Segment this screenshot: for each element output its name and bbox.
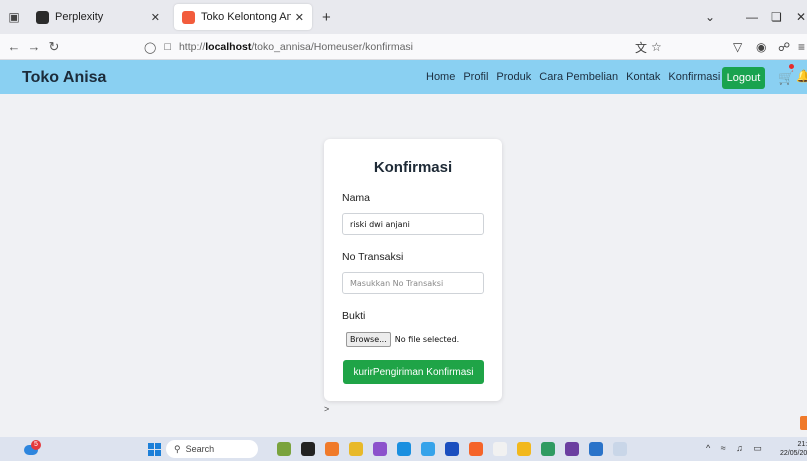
- windows-start-icon[interactable]: [148, 443, 161, 456]
- new-tab-icon[interactable]: +: [322, 9, 331, 26]
- app-icon[interactable]: [541, 442, 555, 456]
- tab-title: Perplexity: [55, 11, 104, 23]
- taskbar: 5 ⚲ Search ^ ≈ ♫ ▭ 21:24 22/05/2025: [0, 437, 807, 461]
- app-icon[interactable]: [589, 442, 603, 456]
- main-menu: Home Profil Produk Cara Pembelian Kontak…: [426, 71, 728, 83]
- extensions-icon[interactable]: ☍: [778, 37, 790, 57]
- maximize-icon[interactable]: ❏: [771, 0, 782, 34]
- bukti-label: Bukti: [342, 310, 366, 322]
- nama-label: Nama: [342, 192, 371, 204]
- close-window-icon[interactable]: ✕: [796, 0, 806, 34]
- edge-icon[interactable]: [397, 442, 411, 456]
- konfirmasi-card: Konfirmasi Nama riski dwi anjani No Tran…: [324, 139, 502, 401]
- tab-strip: ▣ Perplexity ✕ Toko Kelontong Annisa ✕ +…: [0, 0, 807, 34]
- tab-toko-kelontong[interactable]: Toko Kelontong Annisa ✕: [174, 4, 312, 30]
- pocket-icon[interactable]: ▽: [733, 37, 742, 57]
- taskbar-apps: [272, 440, 632, 456]
- bukti-file-input: Browse... No file selected.: [346, 332, 459, 347]
- app-icon[interactable]: [565, 442, 579, 456]
- menu-icon[interactable]: ≡: [798, 37, 805, 57]
- amazon-icon[interactable]: [493, 442, 507, 456]
- close-tab-icon[interactable]: ✕: [151, 11, 160, 24]
- app-icon[interactable]: [301, 442, 315, 456]
- weather-badge: 5: [31, 440, 41, 450]
- site-header: Toko Anisa Home Profil Produk Cara Pembe…: [0, 60, 807, 94]
- site-brand[interactable]: Toko Anisa: [22, 69, 106, 87]
- logout-button[interactable]: Logout: [722, 67, 765, 89]
- menu-profil[interactable]: Profil: [463, 71, 488, 83]
- weather-widget[interactable]: 5: [24, 440, 41, 457]
- minimize-icon[interactable]: —: [746, 0, 758, 34]
- nama-input[interactable]: riski dwi anjani: [342, 213, 484, 235]
- app-icon[interactable]: [613, 442, 627, 456]
- search-label: Search: [185, 444, 215, 454]
- close-tab-icon[interactable]: ✕: [295, 11, 304, 24]
- tab-list-icon[interactable]: ▣: [0, 0, 28, 34]
- tab-perplexity[interactable]: Perplexity ✕: [28, 4, 168, 30]
- translate-icon[interactable]: 文: [635, 37, 647, 57]
- menu-kontak[interactable]: Kontak: [626, 71, 660, 83]
- app-icon[interactable]: [421, 442, 435, 456]
- transaksi-label: No Transaksi: [342, 251, 404, 263]
- forward-icon[interactable]: →: [24, 39, 44, 54]
- perplexity-favicon-icon: [36, 10, 49, 24]
- menu-cara-pembelian[interactable]: Cara Pembelian: [539, 71, 618, 83]
- app-icon[interactable]: [349, 442, 363, 456]
- cart-icon[interactable]: 🛒: [778, 70, 794, 86]
- menu-konfirmasi[interactable]: Konfirmasi: [668, 71, 720, 83]
- back-icon[interactable]: ←: [4, 39, 24, 54]
- browser-navbar: ← → ↻ ◯ □ http://localhost/toko_annisa/H…: [0, 34, 807, 60]
- menu-home[interactable]: Home: [426, 71, 455, 83]
- search-icon: ⚲: [174, 443, 181, 454]
- browse-button[interactable]: Browse...: [346, 332, 391, 347]
- app-icon[interactable]: [325, 442, 339, 456]
- dropbox-icon[interactable]: [445, 442, 459, 456]
- account-icon[interactable]: ◉: [756, 37, 766, 57]
- address-bar[interactable]: ◯ □ http://localhost/toko_annisa/Homeuse…: [144, 37, 684, 57]
- submit-konfirmasi-button[interactable]: kurirPengiriman Konfirmasi: [343, 360, 484, 384]
- firefox-icon[interactable]: [469, 442, 483, 456]
- url-path: /toko_annisa/Homeuser/konfirmasi: [251, 41, 413, 53]
- side-widget-icon[interactable]: [800, 416, 807, 430]
- page-icon: □: [164, 41, 171, 53]
- shield-icon: ◯: [144, 41, 157, 54]
- bell-icon[interactable]: 🔔: [796, 69, 807, 83]
- cart-badge: [789, 64, 794, 69]
- url-prefix: http://: [178, 41, 206, 53]
- tab-overflow-icon[interactable]: ⌄: [705, 0, 715, 34]
- system-tray[interactable]: ^ ≈ ♫ ▭: [706, 443, 766, 454]
- stray-text: >: [324, 404, 330, 414]
- clock[interactable]: 21:24 22/05/2025: [780, 440, 807, 458]
- menu-produk[interactable]: Produk: [496, 71, 531, 83]
- file-status: No file selected.: [394, 335, 460, 344]
- bookmark-star-icon[interactable]: ☆: [651, 37, 662, 57]
- clock-time: 21:24: [797, 441, 807, 448]
- reload-icon[interactable]: ↻: [44, 39, 64, 55]
- url-host: localhost: [205, 41, 252, 53]
- toko-favicon-icon: [182, 10, 195, 24]
- taskbar-search[interactable]: ⚲ Search: [166, 440, 258, 458]
- form-title: Konfirmasi: [373, 159, 453, 176]
- app-icon[interactable]: [277, 442, 291, 456]
- file-explorer-icon[interactable]: [517, 442, 531, 456]
- transaksi-input[interactable]: Masukkan No Transaksi: [342, 272, 484, 294]
- app-icon[interactable]: [373, 442, 387, 456]
- clock-date: 22/05/2025: [780, 450, 807, 457]
- tab-title: Toko Kelontong Annisa: [201, 11, 291, 23]
